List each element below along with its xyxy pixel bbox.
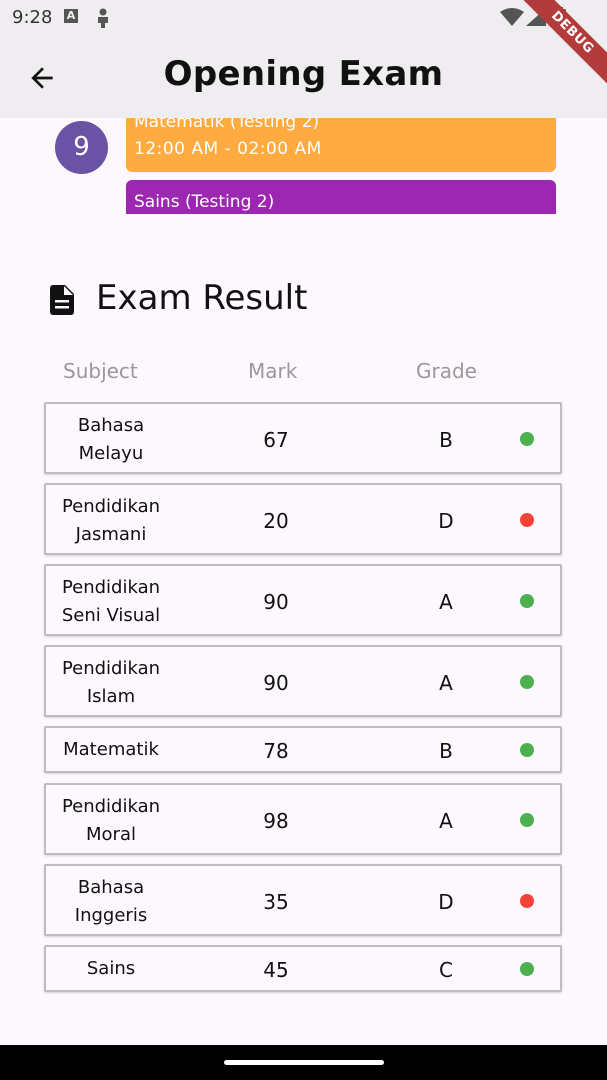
- grade-cell: A: [439, 590, 453, 614]
- status-dot: [520, 962, 534, 976]
- section-title: Exam Result: [96, 278, 308, 318]
- home-gesture-handle[interactable]: [224, 1060, 384, 1065]
- mark-cell: 90: [263, 590, 289, 614]
- event-card-sains[interactable]: Sains (Testing 2): [126, 180, 556, 214]
- day-badge: 9: [55, 121, 108, 174]
- event-title: Matematik (Testing 2): [134, 118, 320, 132]
- status-dot: [520, 594, 534, 608]
- wifi-icon: [500, 8, 524, 26]
- subject-cell: Pendidikan Jasmani: [61, 496, 161, 545]
- status-time: 9:28: [12, 7, 53, 28]
- event-card-matematik[interactable]: Matematik (Testing 2) 12:00 AM - 02:00 A…: [126, 118, 556, 172]
- grade-cell: B: [439, 739, 453, 763]
- mark-cell: 90: [263, 671, 289, 695]
- status-dot: [520, 432, 534, 446]
- event-title: Sains (Testing 2): [134, 192, 275, 212]
- table-row: Sains 45 C: [44, 945, 562, 992]
- grade-cell: B: [439, 428, 453, 452]
- table-row: Matematik 78 B: [44, 726, 562, 773]
- grade-cell: D: [438, 890, 454, 914]
- table-row: Pendidikan Moral 98 A: [44, 783, 562, 855]
- table-row: Bahasa Inggeris 35 D: [44, 864, 562, 936]
- mark-cell: 20: [263, 509, 289, 533]
- subject-cell: Pendidikan Seni Visual: [61, 577, 161, 626]
- status-dot: [520, 513, 534, 527]
- status-dot: [520, 675, 534, 689]
- subject-cell: Matematik: [63, 739, 159, 760]
- subject-cell: Sains: [86, 958, 136, 979]
- column-header-mark: Mark: [248, 359, 298, 383]
- a-badge-icon: A: [64, 9, 78, 23]
- status-dot: [520, 894, 534, 908]
- system-nav-bar: [0, 1045, 607, 1080]
- document-icon: [50, 285, 74, 315]
- status-dot: [520, 813, 534, 827]
- table-row: Pendidikan Islam 90 A: [44, 645, 562, 717]
- app-bar: Opening Exam: [0, 36, 607, 118]
- calendar-timeline: 9 Matematik (Testing 2) 12:00 AM - 02:00…: [0, 118, 607, 214]
- column-header-subject: Subject: [63, 359, 138, 383]
- subject-cell: Pendidikan Moral: [61, 796, 161, 845]
- mark-cell: 78: [263, 739, 289, 763]
- mark-cell: 98: [263, 809, 289, 833]
- mark-cell: 45: [263, 958, 289, 982]
- subject-cell: Bahasa Melayu: [77, 415, 145, 464]
- subject-cell: Pendidikan Islam: [61, 658, 161, 707]
- person-icon: [98, 8, 108, 28]
- page-title: Opening Exam: [163, 54, 444, 94]
- grade-cell: C: [439, 958, 453, 982]
- table-row: Pendidikan Seni Visual 90 A: [44, 564, 562, 636]
- table-row: Pendidikan Jasmani 20 D: [44, 483, 562, 555]
- status-bar: 9:28 A: [0, 0, 607, 36]
- event-time: 12:00 AM - 02:00 AM: [134, 139, 322, 159]
- table-row: Bahasa Melayu 67 B: [44, 402, 562, 474]
- mark-cell: 35: [263, 890, 289, 914]
- grade-cell: A: [439, 809, 453, 833]
- column-header-grade: Grade: [416, 359, 477, 383]
- grade-cell: A: [439, 671, 453, 695]
- grade-cell: D: [438, 509, 454, 533]
- status-dot: [520, 743, 534, 757]
- subject-cell: Bahasa Inggeris: [74, 877, 148, 926]
- mark-cell: 67: [263, 428, 289, 452]
